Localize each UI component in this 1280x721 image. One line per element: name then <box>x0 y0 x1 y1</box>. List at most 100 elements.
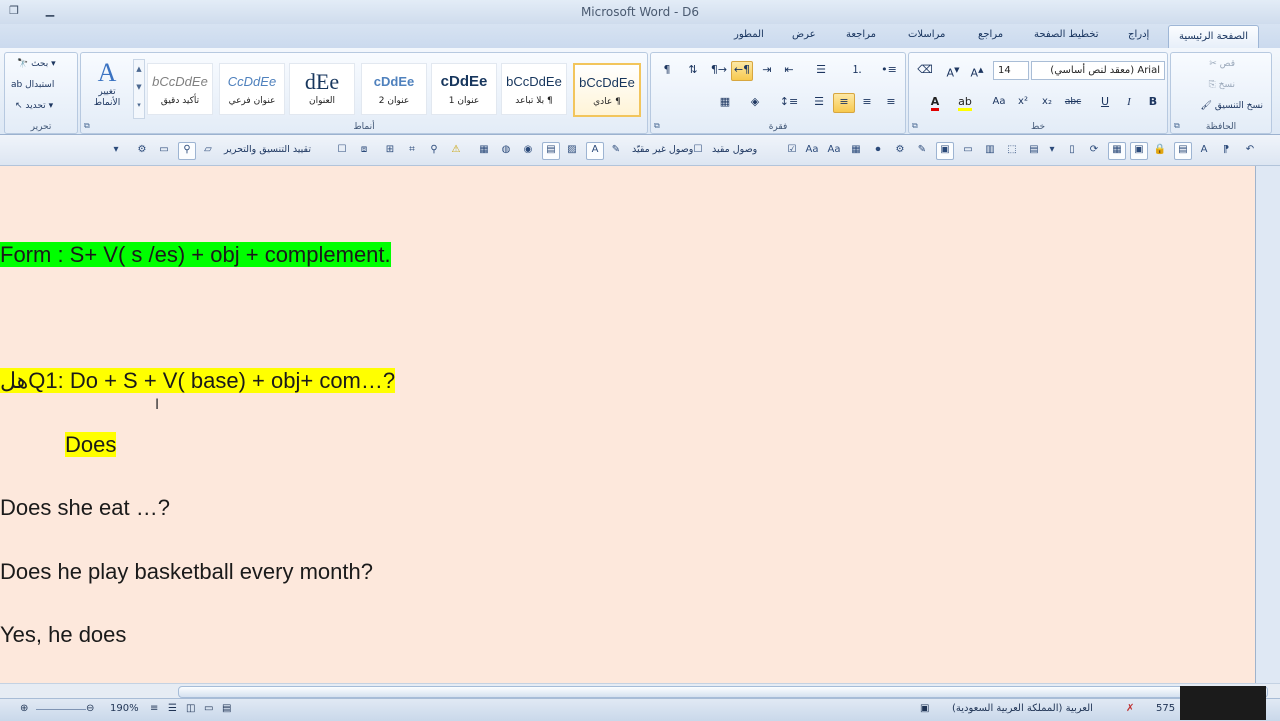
tab-references[interactable]: مراجع <box>978 29 1003 40</box>
dialog-launcher-icon[interactable]: ⧉ <box>912 121 918 131</box>
record-icon[interactable]: ⏺ <box>870 142 886 158</box>
table-icon[interactable]: ▤ <box>1026 142 1042 158</box>
underline-icon[interactable]: U <box>1095 93 1115 111</box>
borders-icon[interactable]: ▦ <box>715 93 735 111</box>
draft-view-icon[interactable]: ≡ <box>150 703 158 714</box>
style-subtitle[interactable]: CcDdEe عنوان فرعي <box>219 63 285 115</box>
tab-developer[interactable]: المطور <box>734 29 764 40</box>
crop-icon[interactable]: ⌗ <box>404 142 420 158</box>
print-layout-icon[interactable]: ▤ <box>222 703 231 714</box>
macro-icon[interactable]: ⚙ <box>892 142 908 158</box>
bold-icon[interactable]: B <box>1143 93 1163 111</box>
text-box-icon[interactable]: ▭ <box>960 142 976 158</box>
numbering-icon[interactable]: ⒈ <box>847 61 867 79</box>
chart-icon[interactable]: ▥ <box>982 142 998 158</box>
link-icon[interactable]: ⚲ <box>426 142 442 158</box>
bookmark-icon[interactable]: ▯ <box>1064 142 1080 158</box>
font-name-combo[interactable]: Arial (معقد لنص أساسي) <box>1031 61 1165 80</box>
increase-indent-icon[interactable]: ⇥ <box>757 61 777 79</box>
subscript-icon[interactable]: x₂ <box>1037 93 1057 111</box>
dialog-launcher-icon[interactable]: ⧉ <box>654 121 660 131</box>
warning-icon[interactable]: ⚠ <box>448 142 464 158</box>
full-screen-reading-icon[interactable]: ▭ <box>204 703 213 714</box>
shrink-font-icon[interactable]: A▼ <box>943 61 963 80</box>
bullets-icon[interactable]: •≡ <box>879 61 899 79</box>
shading-icon[interactable]: ◈ <box>745 93 765 111</box>
unrestricted-access-button[interactable]: وصول غير مقيّد <box>632 144 693 155</box>
dropdown-icon[interactable]: ▾ <box>1044 142 1060 158</box>
undo-icon[interactable]: ↶ <box>1242 142 1258 158</box>
protect-icon[interactable]: ▱ <box>200 142 216 158</box>
tab-mailings[interactable]: مراسلات <box>908 29 945 40</box>
form-field-icon[interactable]: ▣ <box>936 142 954 160</box>
style-normal[interactable]: bCcDdEe ¶ عادي <box>573 63 641 117</box>
frame-icon[interactable]: ⧈ <box>356 142 372 158</box>
style-heading-2[interactable]: cDdEe عنوان 2 <box>361 63 427 115</box>
show-marks-icon[interactable]: ¶ <box>657 61 677 79</box>
frame-icon[interactable]: ▣ <box>1130 142 1148 160</box>
grid-icon[interactable]: ⊞ <box>382 142 398 158</box>
lock-icon[interactable]: 🔒 <box>1152 142 1168 158</box>
restricted-access-button[interactable]: وصول مقيد <box>712 144 757 155</box>
magnifier-icon[interactable]: ⚲ <box>178 142 196 160</box>
rtl-icon[interactable]: ←¶ <box>731 61 753 81</box>
translate-icon[interactable]: Aa <box>804 142 820 158</box>
zoom-slider[interactable] <box>36 709 86 710</box>
globe-icon[interactable]: ◍ <box>498 142 514 158</box>
style-title[interactable]: dEe العنوان <box>289 63 355 115</box>
line-spacing-icon[interactable]: ↕≡ <box>779 93 799 111</box>
find-button[interactable]: ▾ بحث 🔭 <box>17 59 56 69</box>
word-count[interactable]: 575 <box>1156 703 1175 714</box>
image-icon[interactable]: ▨ <box>564 142 580 158</box>
justify-icon[interactable]: ☰ <box>809 93 829 111</box>
styles-scroll[interactable]: ▲ ▼ ▾ <box>133 59 145 119</box>
replace-button[interactable]: استبدال ab <box>11 80 54 90</box>
image-control-icon[interactable]: ▦ <box>1108 142 1126 160</box>
dialog-launcher-icon[interactable]: ⧉ <box>84 121 90 131</box>
toolbar-options-icon[interactable]: ▾ <box>108 142 124 158</box>
style-no-spacing[interactable]: bCcDdEe ¶ بلا تباعد <box>501 63 567 115</box>
tab-review[interactable]: مراجعة <box>846 29 876 40</box>
scrollbar-thumb[interactable] <box>178 686 1268 698</box>
zoom-in-icon[interactable]: ⊕ <box>20 703 28 714</box>
multilevel-list-icon[interactable]: ☰ <box>811 61 831 79</box>
language-indicator[interactable]: العربية (المملكة العربية السعودية) <box>952 703 1093 714</box>
sort-icon[interactable]: ⇅ <box>683 61 703 79</box>
superscript-icon[interactable]: x² <box>1013 93 1033 111</box>
properties-icon[interactable]: ▦ <box>848 142 864 158</box>
zoom-out-icon[interactable]: ⊖ <box>86 703 94 714</box>
web-layout-icon[interactable]: ◫ <box>186 703 195 714</box>
checkbox-icon[interactable]: ☑ <box>784 142 800 158</box>
decrease-indent-icon[interactable]: ⇤ <box>779 61 799 79</box>
clear-formatting-icon[interactable]: ⌫ <box>915 61 935 79</box>
align-center-icon[interactable]: ≡ <box>833 93 855 113</box>
pencil-icon[interactable]: ✎ <box>608 142 624 158</box>
grow-font-icon[interactable]: A▲ <box>967 61 987 80</box>
font-color-icon[interactable]: A <box>925 93 945 111</box>
highlight-icon[interactable]: ab <box>955 93 975 111</box>
dialog-launcher-icon[interactable]: ⧉ <box>1174 121 1180 131</box>
copy-button[interactable]: نسخ ⎘ <box>1209 80 1235 90</box>
settings-icon[interactable]: ⚙ <box>134 142 150 158</box>
document-page[interactable]: Form : S+ V( s /es) + obj + complement. … <box>0 166 1255 683</box>
format-painter-button[interactable]: نسخ التنسيق 🖌 <box>1201 101 1263 111</box>
tab-page-layout[interactable]: تخطيط الصفحة <box>1034 29 1099 40</box>
restrict-editing-button[interactable]: تقييد التنسيق والتحرير <box>224 144 311 155</box>
change-case-icon[interactable]: Aa <box>989 93 1009 111</box>
paragraph-mark-icon[interactable]: ⁋ <box>1218 142 1234 158</box>
select-objects-icon[interactable]: ⬚ <box>1004 142 1020 158</box>
screen-icon[interactable]: ▭ <box>156 142 172 158</box>
tab-insert[interactable]: إدراج <box>1128 29 1149 40</box>
proofing-icon[interactable]: ✗ <box>1126 703 1134 714</box>
control-icon[interactable]: ▤ <box>1174 142 1192 160</box>
picture-icon[interactable]: ◉ <box>520 142 536 158</box>
zoom-level[interactable]: 190% <box>110 703 139 714</box>
document-icon[interactable]: ▤ <box>542 142 560 160</box>
horizontal-scrollbar[interactable] <box>0 683 1280 698</box>
language-icon[interactable]: Aa <box>826 142 842 158</box>
ltr-icon[interactable]: ¶→ <box>709 61 729 79</box>
font-size-combo[interactable]: 14 <box>993 61 1029 80</box>
list-icon[interactable]: ▦ <box>476 142 492 158</box>
style-heading-1[interactable]: cDdEe عنوان 1 <box>431 63 497 115</box>
tab-view[interactable]: عرض <box>792 29 816 40</box>
